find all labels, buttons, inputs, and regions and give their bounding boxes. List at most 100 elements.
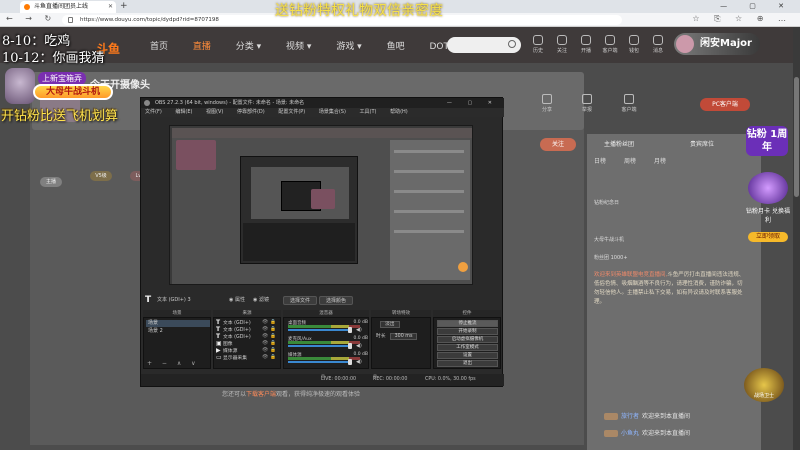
download-client-link[interactable]: 下载客户端	[246, 391, 276, 398]
selected-source-label: 文本 (GDI+) 3	[157, 297, 191, 303]
history-button[interactable]: 历史	[527, 35, 549, 54]
scene-item[interactable]: 场景	[146, 320, 210, 327]
image-source-icon: ▣	[216, 340, 222, 347]
menu-profile[interactable]: 配置文件(P)	[278, 109, 305, 115]
source-item[interactable]: T 文本 (GDI+) 👁🔒	[216, 326, 280, 333]
nav-yuba[interactable]: 鱼吧	[387, 42, 405, 52]
duration-input[interactable]: 300 ms	[389, 333, 418, 340]
exit-button[interactable]: 退出	[437, 360, 498, 367]
nested-row	[394, 150, 464, 153]
nav-category[interactable]: 分类 ▾	[236, 42, 261, 52]
new-tab-button[interactable]: +	[120, 0, 128, 13]
share-button[interactable]: 分享	[530, 94, 564, 113]
volume-knob[interactable]	[348, 359, 352, 365]
chat-text: 欢迎来到本直播间	[642, 413, 691, 420]
history-icon	[533, 35, 543, 45]
eye-lock-icon[interactable]: 👁🔒	[262, 347, 278, 354]
mixer-channel: 媒体源 0.0 dB ◀)	[288, 352, 368, 365]
select-color-button[interactable]: 选择颜色	[319, 296, 354, 305]
source-item[interactable]: ▣图像 👁🔒	[216, 340, 280, 347]
nested-overlay-2	[311, 189, 335, 209]
source-item[interactable]: ▭显示器采集 👁🔒	[216, 354, 280, 361]
source-item[interactable]: T 文本 (GDI+) 👁🔒	[216, 333, 280, 340]
broadcast-button[interactable]: 开播	[575, 35, 597, 54]
announcement-welcome: 欢迎来到英雄联盟电竞直播间,	[594, 272, 668, 278]
eye-lock-icon[interactable]: 👁🔒	[262, 340, 278, 347]
browser-toolbar-icons[interactable]: ☆ ⎘ ☆ ⊕ …	[692, 14, 792, 24]
speaker-icon[interactable]: ◀)	[356, 343, 362, 349]
lock-icon	[68, 17, 73, 23]
speaker-icon[interactable]: ◀)	[356, 327, 362, 333]
schedule-line-1: 8-10：吃鸡	[2, 34, 71, 49]
follow-list-button[interactable]: 关注	[551, 35, 573, 54]
claim-button[interactable]: 立即领取	[748, 232, 788, 242]
search-icon[interactable]	[508, 40, 516, 48]
studio-mode-button[interactable]: 工作室模式	[437, 344, 498, 351]
chat-user[interactable]: 旅行者	[621, 413, 639, 420]
volume-knob[interactable]	[348, 327, 352, 333]
scene-item[interactable]: 场景 2	[146, 328, 210, 335]
client-download-button[interactable]: 客户端	[612, 94, 646, 113]
virtual-camera-button[interactable]: 启动虚拟摄像机	[437, 336, 498, 343]
scrollbar-thumb[interactable]	[794, 77, 799, 197]
wallet-button[interactable]: 钱包	[623, 35, 645, 54]
main-nav: 首页 直播 分类 ▾ 视频 ▾ 游戏 ▾ 鱼吧 DOTA2	[150, 39, 482, 52]
transition-select[interactable]: 淡出	[380, 321, 400, 328]
pc-client-button[interactable]: PC客户端	[700, 98, 750, 111]
menu-file[interactable]: 文件(F)	[145, 109, 162, 115]
volume-slider[interactable]	[288, 361, 352, 363]
obs-preview[interactable]	[169, 125, 473, 285]
window-controls[interactable]: — ▢ ✕	[720, 0, 794, 12]
diamond-fan-badge[interactable]: 钻粉 1周年 钻粉月卡 兑换福利 立即领取	[740, 126, 794, 246]
tab-weekly[interactable]: 周榜	[624, 156, 636, 165]
fan-rank-item: 大母牛战斗机	[594, 237, 625, 243]
guard-badge[interactable]: 战场卫士	[744, 368, 784, 402]
volume-slider[interactable]	[288, 329, 352, 331]
properties-button[interactable]: ◉ 属性	[229, 294, 245, 306]
menu-scene-collection[interactable]: 场景集合(S)	[319, 109, 346, 115]
volume-slider[interactable]	[288, 345, 352, 347]
filters-button[interactable]: ◉ 滤镜	[253, 294, 269, 306]
mixer-dock-header: 混音器	[283, 310, 369, 317]
menu-help[interactable]: 帮助(H)	[390, 109, 408, 115]
camera-icon	[581, 35, 591, 45]
start-recording-button[interactable]: 开始录制	[437, 328, 498, 335]
source-item[interactable]: T 文本 (GDI+) 👁🔒	[216, 319, 280, 326]
chat-user[interactable]: 小鱼丸	[621, 430, 639, 437]
douyu-favicon-icon	[24, 4, 30, 10]
obs-titlebar: OBS 27.2.3 (64 bit, windows) - 配置文件: 未命名…	[141, 98, 504, 108]
source-item[interactable]: ▶ 媒体源 👁🔒	[216, 347, 280, 354]
speaker-icon[interactable]: ◀)	[356, 359, 362, 365]
settings-button[interactable]: 设置	[437, 352, 498, 359]
nav-games[interactable]: 游戏 ▾	[336, 42, 361, 52]
tab-vip-seats[interactable]: 贵宾席位	[690, 139, 714, 148]
browser-tab[interactable]: 斗鱼直播间团员上线 ✕	[20, 1, 116, 13]
close-tab-icon[interactable]: ✕	[108, 1, 113, 13]
eye-lock-icon[interactable]: 👁🔒	[262, 319, 278, 326]
search-input[interactable]	[447, 37, 521, 53]
nav-home[interactable]: 首页	[150, 42, 168, 52]
user-profile[interactable]: 闲安Major	[674, 33, 760, 55]
select-file-button[interactable]: 选择文件	[283, 296, 318, 305]
report-button[interactable]: 举报	[570, 94, 604, 113]
nav-live[interactable]: 直播	[193, 42, 211, 52]
page-scrollbar[interactable]	[793, 27, 800, 450]
menu-view[interactable]: 视图(V)	[206, 109, 223, 115]
message-button[interactable]: 消息	[647, 35, 669, 54]
menu-tools[interactable]: 工具(T)	[360, 109, 377, 115]
eye-lock-icon[interactable]: 👁🔒	[262, 354, 278, 361]
menu-docks[interactable]: 停靠部件(D)	[237, 109, 265, 115]
obs-window-controls[interactable]: — ▢ ✕	[447, 98, 499, 108]
follow-button[interactable]: 关注	[540, 138, 576, 151]
nav-video[interactable]: 视频 ▾	[286, 42, 311, 52]
volume-knob[interactable]	[348, 343, 352, 349]
scene-dock-buttons[interactable]: + − ∧ ∨	[147, 360, 200, 367]
tab-monthly[interactable]: 月榜	[654, 156, 666, 165]
eye-lock-icon[interactable]: 👁🔒	[262, 333, 278, 340]
tab-daily[interactable]: 日榜	[594, 156, 606, 165]
tab-fan-club[interactable]: 主播粉丝团	[604, 139, 634, 148]
menu-edit[interactable]: 编辑(E)	[175, 109, 192, 115]
stop-streaming-button[interactable]: 停止推流	[437, 320, 498, 327]
eye-lock-icon[interactable]: 👁🔒	[262, 326, 278, 333]
client-button[interactable]: 客户端	[599, 35, 621, 54]
